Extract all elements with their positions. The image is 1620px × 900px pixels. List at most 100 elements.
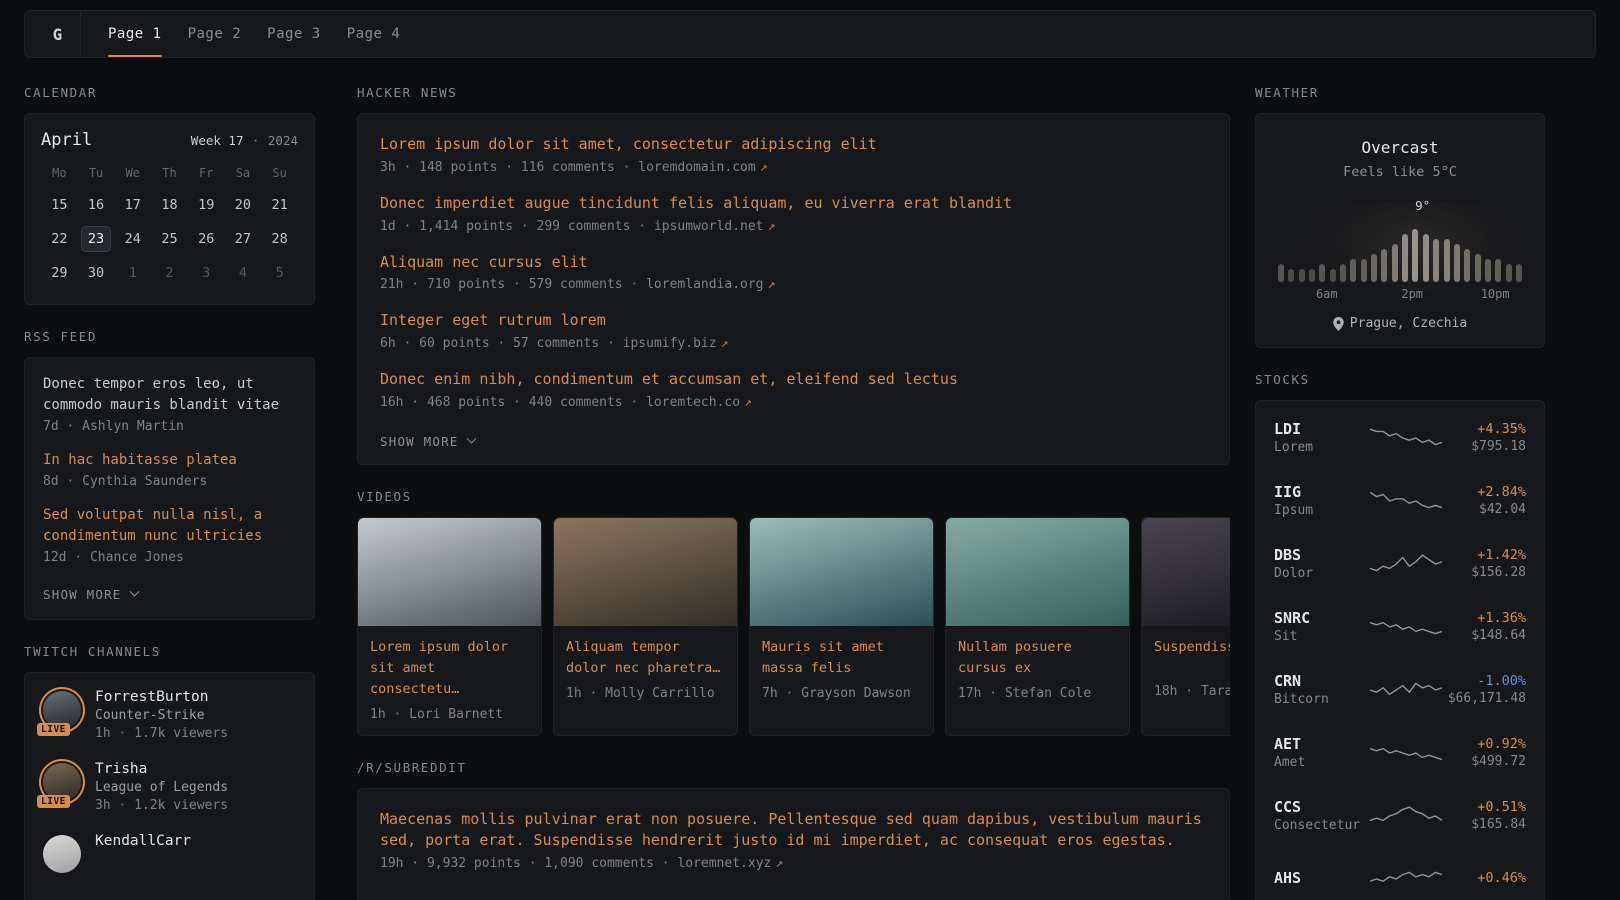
hn-meta-text: 16h · 468 points · 440 comments · bbox=[380, 395, 638, 410]
rss-item-title-link[interactable]: Sed volutpat nulla nisl, a condimentum n… bbox=[43, 505, 296, 547]
hn-domain-link[interactable]: ipsumworld.net ↗ bbox=[654, 219, 775, 234]
video-title: Lorem ipsum dolor sit amet consectetu… bbox=[370, 637, 529, 700]
weather-widget: Overcast Feels like 5°C 9° 6am 2pm 10pm bbox=[1255, 113, 1545, 348]
hn-show-more-button[interactable]: SHOW MORE bbox=[380, 434, 475, 449]
stock-row[interactable]: IIG Ipsum +2.84% $42.04 bbox=[1274, 469, 1526, 532]
stock-row[interactable]: LDI Lorem +4.35% $795.18 bbox=[1274, 406, 1526, 469]
hn-domain-link[interactable]: loremtech.co↗ bbox=[646, 395, 752, 410]
stock-values: +2.84% $42.04 bbox=[1442, 483, 1526, 519]
hn-meta: 6h · 60 points · 57 comments · ipsumify.… bbox=[380, 336, 1207, 351]
stock-values: +0.51% $165.84 bbox=[1442, 798, 1526, 834]
rss-show-more-label: SHOW MORE bbox=[43, 587, 122, 602]
hn-domain-text: loremdomain.com bbox=[638, 160, 755, 175]
hn-domain-link[interactable]: loremdomain.com↗ bbox=[638, 160, 767, 175]
channel-avatar bbox=[43, 835, 81, 873]
hn-item: Aliquam nec cursus elit 21h · 710 points… bbox=[380, 252, 1207, 293]
hn-meta-text: 21h · 710 points · 579 comments · bbox=[380, 277, 638, 292]
rss-show-more-button[interactable]: SHOW MORE bbox=[43, 587, 138, 602]
stock-row[interactable]: CRN Bitcorn -1.00% $66,171.48 bbox=[1274, 658, 1526, 721]
nav-tab[interactable]: Page 3 bbox=[254, 11, 334, 57]
subreddit-domain-link[interactable]: loremnet.xyz↗ bbox=[677, 856, 783, 871]
stock-sparkline bbox=[1370, 488, 1442, 514]
calendar-day: 21 bbox=[265, 192, 295, 218]
twitch-channel-row[interactable]: LIVE Trisha League of Legends 3h · 1.2k … bbox=[43, 761, 296, 813]
stock-symbol: IIG bbox=[1274, 482, 1370, 503]
app-logo[interactable]: G bbox=[35, 11, 81, 57]
hn-domain-text: ipsumworld.net bbox=[654, 219, 764, 234]
live-badge: LIVE bbox=[37, 795, 70, 808]
rss-item-meta: 12d · Chance Jones bbox=[43, 550, 296, 565]
video-meta: 17h · Stefan Cole bbox=[958, 686, 1117, 701]
video-card[interactable]: Aliquam tempor dolor nec pharetra… 1h · … bbox=[553, 517, 738, 736]
stock-sparkline bbox=[1370, 425, 1442, 451]
channel-name: ForrestBurton bbox=[95, 689, 228, 705]
stock-price: $795.18 bbox=[1442, 439, 1526, 456]
stock-change: +0.46% bbox=[1442, 869, 1526, 888]
calendar-day-header: Su bbox=[261, 166, 298, 184]
hn-title-link[interactable]: Donec enim nibh, condimentum et accumsan… bbox=[380, 369, 1207, 391]
calendar-week-year: Week 17 · 2024 bbox=[191, 133, 298, 149]
nav-tab[interactable]: Page 1 bbox=[95, 11, 175, 57]
stock-row[interactable]: DBS Dolor +1.42% $156.28 bbox=[1274, 532, 1526, 595]
twitch-channel-row[interactable]: LIVE ForrestBurton Counter-Strike 1h · 1… bbox=[43, 689, 296, 741]
subreddit-post-title-link[interactable]: Maecenas mollis pulvinar erat non posuer… bbox=[380, 809, 1207, 853]
hn-domain-text: loremtech.co bbox=[646, 395, 740, 410]
video-body: Nullam posuere cursus ex 17h · Stefan Co… bbox=[946, 626, 1129, 714]
rss-item-title-link[interactable]: In hac habitasse platea bbox=[43, 450, 296, 471]
channel-category: Counter-Strike bbox=[95, 708, 228, 723]
hacker-news-widget: Lorem ipsum dolor sit amet, consectetur … bbox=[357, 113, 1230, 465]
nav-tab[interactable]: Page 4 bbox=[334, 11, 414, 57]
stock-values: -1.00% $66,171.48 bbox=[1442, 672, 1526, 708]
rss-item-title-link[interactable]: Donec tempor eros leo, ut commodo mauris… bbox=[43, 374, 296, 416]
hn-domain-link[interactable]: loremlandia.org↗ bbox=[646, 277, 775, 292]
twitch-channel-row[interactable]: KendallCarr bbox=[43, 833, 296, 873]
hn-domain-text: ipsumify.biz bbox=[623, 336, 717, 351]
video-title: Nullam posuere cursus ex bbox=[958, 637, 1117, 679]
calendar-widget: April Week 17 · 2024 Mo Tu We Th Fr bbox=[24, 113, 315, 305]
channel-name: KendallCarr bbox=[95, 833, 191, 849]
video-meta: 7h · Grayson Dawson bbox=[762, 686, 921, 701]
hn-meta: 21h · 710 points · 579 comments · loreml… bbox=[380, 277, 1207, 292]
video-card[interactable]: Suspendisse diam 18h · Tara bbox=[1141, 517, 1230, 736]
hn-title-link[interactable]: Aliquam nec cursus elit bbox=[380, 252, 1207, 274]
stock-row[interactable]: CCS Consectetur +0.51% $165.84 bbox=[1274, 784, 1526, 847]
channel-name: Trisha bbox=[95, 761, 228, 777]
subreddit-post: Maecenas mollis pulvinar erat non posuer… bbox=[380, 809, 1207, 872]
video-thumbnail bbox=[1142, 518, 1230, 626]
calendar-day: 1 bbox=[118, 260, 148, 286]
weather-time-label: 10pm bbox=[1481, 287, 1510, 301]
stock-price: $499.72 bbox=[1442, 754, 1526, 771]
stock-symbol: SNRC bbox=[1274, 608, 1370, 629]
nav-tab[interactable]: Page 2 bbox=[175, 11, 255, 57]
stock-row[interactable]: SNRC Sit +1.36% $148.64 bbox=[1274, 595, 1526, 658]
stock-price: $165.84 bbox=[1442, 817, 1526, 834]
hn-title-link[interactable]: Integer eget rutrum lorem bbox=[380, 310, 1207, 332]
video-thumbnail bbox=[358, 518, 541, 626]
stock-values: +1.36% $148.64 bbox=[1442, 609, 1526, 645]
rss-item: In hac habitasse platea 8d · Cynthia Sau… bbox=[43, 450, 296, 489]
calendar-day: 16 bbox=[81, 192, 111, 218]
stock-id: IIG Ipsum bbox=[1274, 482, 1370, 520]
rss-item: Sed volutpat nulla nisl, a condimentum n… bbox=[43, 505, 296, 565]
calendar-day: 25 bbox=[154, 226, 184, 252]
hn-domain-link[interactable]: ipsumify.biz↗ bbox=[623, 336, 729, 351]
calendar-day: 22 bbox=[44, 226, 74, 252]
video-title: Mauris sit amet massa felis bbox=[762, 637, 921, 679]
external-link-icon: ↗ bbox=[768, 219, 776, 234]
hn-item: Lorem ipsum dolor sit amet, consectetur … bbox=[380, 134, 1207, 175]
video-card[interactable]: Lorem ipsum dolor sit amet consectetu… 1… bbox=[357, 517, 542, 736]
twitch-widget: LIVE ForrestBurton Counter-Strike 1h · 1… bbox=[24, 672, 315, 900]
stock-change: -1.00% bbox=[1442, 672, 1526, 691]
stock-row[interactable]: AET Amet +0.92% $499.72 bbox=[1274, 721, 1526, 784]
calendar-grid: Mo Tu We Th Fr Sa Su 15 16 bbox=[41, 166, 298, 286]
video-card[interactable]: Nullam posuere cursus ex 17h · Stefan Co… bbox=[945, 517, 1130, 736]
stock-id: SNRC Sit bbox=[1274, 608, 1370, 646]
hn-item: Donec imperdiet augue tincidunt felis al… bbox=[380, 193, 1207, 234]
stock-row[interactable]: AHS +0.46% bbox=[1274, 847, 1526, 900]
stock-values: +0.46% bbox=[1442, 869, 1526, 888]
video-card[interactable]: Mauris sit amet massa felis 7h · Grayson… bbox=[749, 517, 934, 736]
calendar-day: 28 bbox=[265, 226, 295, 252]
hn-title-link[interactable]: Donec imperdiet augue tincidunt felis al… bbox=[380, 193, 1207, 215]
videos-row: Lorem ipsum dolor sit amet consectetu… 1… bbox=[357, 517, 1230, 760]
hn-title-link[interactable]: Lorem ipsum dolor sit amet, consectetur … bbox=[380, 134, 1207, 156]
